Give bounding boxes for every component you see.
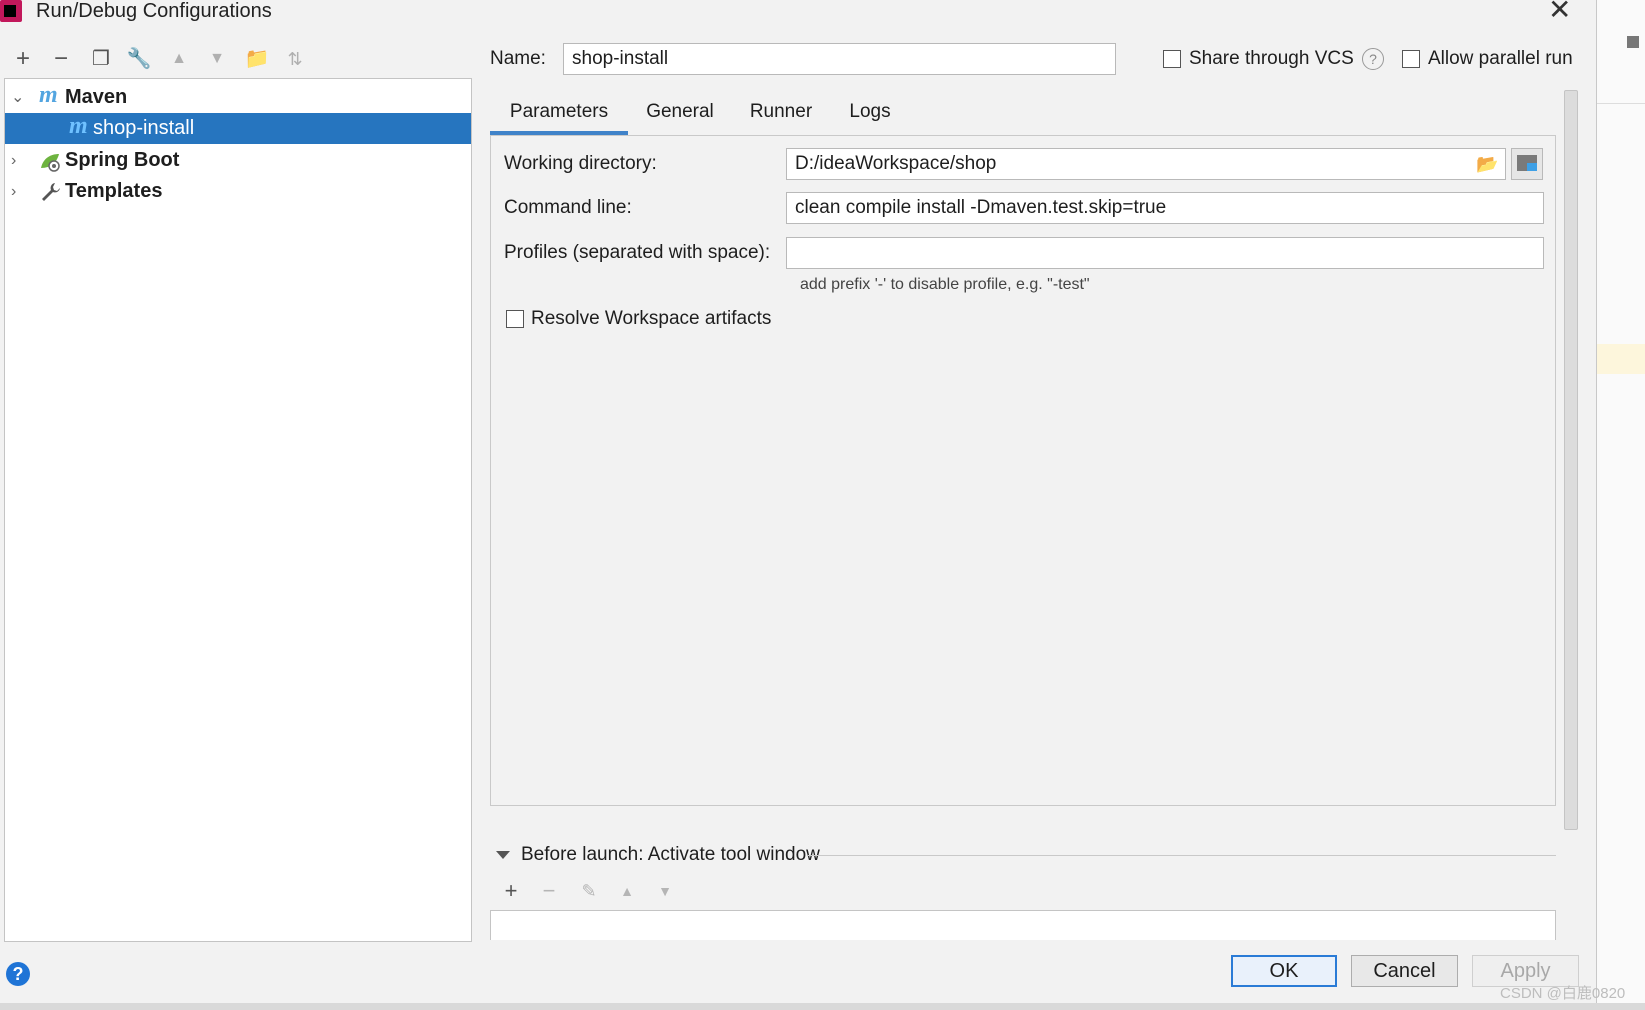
add-configuration-icon[interactable]: + — [8, 44, 38, 74]
run-debug-dialog: Run/Debug Configurations ✕ + − ❐ 🔧 ▲ ▼ 📁… — [0, 0, 1596, 1003]
move-down-icon[interactable]: ▼ — [202, 44, 232, 74]
command-line-label: Command line: — [504, 197, 632, 218]
spring-boot-icon — [39, 151, 60, 172]
chevron-right-icon[interactable]: › — [11, 145, 16, 176]
tree-item-templates[interactable]: › Templates — [5, 176, 471, 207]
name-label: Name: — [490, 48, 546, 69]
before-launch-task-list[interactable] — [490, 910, 1556, 940]
ide-status-strip — [0, 1003, 1645, 1010]
working-directory-input[interactable]: D:/ideaWorkspace/shop — [786, 148, 1506, 180]
resolve-workspace-checkbox[interactable] — [506, 310, 524, 328]
remove-configuration-icon[interactable]: − — [46, 44, 76, 74]
share-vcs-label: Share through VCS — [1189, 48, 1354, 69]
tree-item-label: Templates — [65, 180, 163, 202]
copy-configuration-icon[interactable]: ❐ — [86, 44, 116, 74]
collapse-triangle-icon[interactable] — [496, 851, 510, 859]
tree-item-spring-boot[interactable]: › Spring Boot — [5, 145, 471, 176]
maven-config-icon: m — [69, 113, 88, 139]
move-task-up-icon[interactable]: ▲ — [614, 878, 640, 904]
help-icon[interactable]: ? — [6, 962, 30, 986]
tab-parameters[interactable]: Parameters — [490, 95, 628, 135]
edit-task-pencil-icon[interactable]: ✎ — [576, 878, 602, 904]
tree-item-maven[interactable]: ⌄ m Maven — [5, 82, 471, 113]
share-vcs-checkbox[interactable] — [1163, 50, 1181, 68]
question-mark-icon[interactable]: ? — [1362, 48, 1384, 70]
move-task-down-icon[interactable]: ▼ — [652, 878, 678, 904]
working-directory-label: Working directory: — [504, 153, 657, 174]
title-bar: Run/Debug Configurations ✕ — [0, 0, 1596, 26]
edit-defaults-wrench-icon[interactable]: 🔧 — [124, 44, 154, 74]
macros-folder-button[interactable] — [1511, 148, 1543, 180]
close-icon[interactable]: ✕ — [1548, 0, 1571, 24]
chevron-right-icon[interactable]: › — [11, 176, 16, 207]
editor-separator — [1597, 103, 1645, 104]
resolve-workspace-label: Resolve Workspace artifacts — [531, 308, 772, 329]
before-launch-title[interactable]: Before launch: Activate tool window — [521, 843, 820, 867]
intellij-logo-icon — [0, 0, 22, 22]
vertical-scrollbar[interactable] — [1564, 90, 1578, 830]
tree-item-label: Maven — [65, 86, 128, 108]
sort-alphabetically-icon[interactable]: ⇅ — [280, 44, 310, 74]
before-launch-divider — [808, 855, 1556, 856]
cancel-button[interactable]: Cancel — [1351, 955, 1458, 987]
tree-item-label: Spring Boot — [65, 149, 180, 171]
new-folder-icon[interactable]: 📁 — [242, 44, 272, 74]
maven-icon: m — [39, 82, 58, 108]
add-task-icon[interactable]: + — [498, 878, 524, 904]
tree-item-shop-install[interactable]: m shop-install — [5, 113, 471, 144]
tab-runner[interactable]: Runner — [744, 95, 818, 135]
configuration-tree[interactable]: ⌄ m Maven m shop-install › Spring Boot ›… — [4, 78, 472, 942]
profiles-hint: add prefix '-' to disable profile, e.g. … — [800, 276, 1090, 293]
chevron-down-icon[interactable]: ⌄ — [11, 82, 24, 113]
profiles-input[interactable] — [786, 237, 1544, 269]
tree-item-label: shop-install — [93, 117, 195, 139]
window-title: Run/Debug Configurations — [36, 0, 272, 22]
tab-logs[interactable]: Logs — [842, 95, 898, 135]
editor-highlight-line — [1597, 344, 1645, 374]
watermark: CSDN @白鹿0820 — [1500, 985, 1626, 1002]
macro-badge-icon — [1527, 163, 1537, 171]
profiles-label: Profiles (separated with space): — [504, 242, 771, 263]
allow-parallel-checkbox[interactable] — [1402, 50, 1420, 68]
remove-task-icon[interactable]: − — [536, 878, 562, 904]
name-input[interactable]: shop-install — [563, 43, 1116, 75]
wrench-icon — [41, 181, 61, 201]
stop-icon — [1627, 36, 1639, 48]
move-up-icon[interactable]: ▲ — [164, 44, 194, 74]
tab-general[interactable]: General — [638, 95, 722, 135]
allow-parallel-label: Allow parallel run — [1428, 48, 1573, 69]
ok-button[interactable]: OK — [1231, 955, 1337, 987]
ide-background-editor — [1596, 0, 1645, 1010]
command-line-input[interactable]: clean compile install -Dmaven.test.skip=… — [786, 192, 1544, 224]
folder-open-icon[interactable]: 📂 — [1476, 153, 1498, 175]
